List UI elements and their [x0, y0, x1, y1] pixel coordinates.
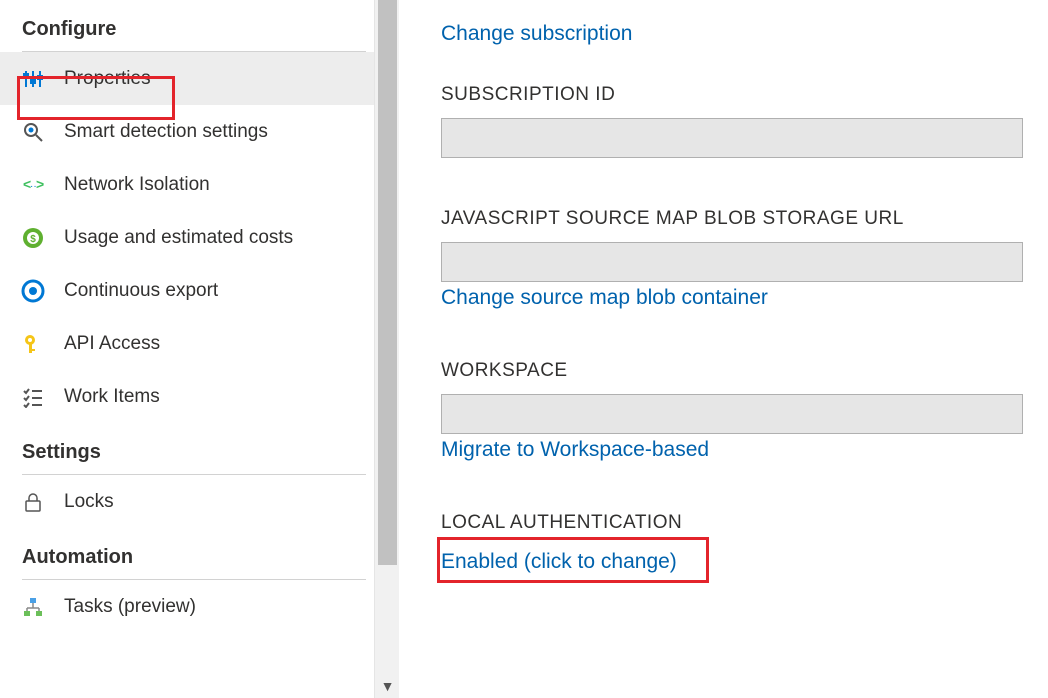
sidebar-item-label: Tasks (preview)	[64, 596, 196, 618]
sidebar-item-tasks[interactable]: Tasks (preview)	[0, 580, 374, 633]
field-local-auth: Local Authentication Enabled (click to c…	[441, 512, 1048, 574]
workspace-input[interactable]	[441, 394, 1023, 434]
main-content: Change subscription Subscription ID Java…	[399, 0, 1048, 698]
workspace-label: Workspace	[441, 360, 1048, 382]
sidebar-item-label: Usage and estimated costs	[64, 227, 293, 249]
checklist-icon	[20, 384, 46, 410]
lock-icon	[20, 489, 46, 515]
js-sourcemap-input[interactable]	[441, 242, 1023, 282]
sidebar-item-continuous-export[interactable]: Continuous export	[0, 264, 374, 317]
sidebar-inner: Configure Properties Smart detection set…	[0, 0, 374, 633]
sidebar-item-usage-costs[interactable]: $ Usage and estimated costs	[0, 211, 374, 264]
section-header-automation: Automation	[0, 528, 374, 579]
sidebar-item-label: Locks	[64, 491, 114, 513]
dollar-circle-icon: $	[20, 225, 46, 251]
change-sourcemap-link[interactable]: Change source map blob container	[441, 282, 768, 310]
subscription-id-input[interactable]	[441, 118, 1023, 158]
sidebar-item-smart-detection[interactable]: Smart detection settings	[0, 105, 374, 158]
sliders-icon	[20, 66, 46, 92]
scrollbar-down-arrow[interactable]: ▼	[375, 674, 399, 698]
sidebar-item-label: API Access	[64, 333, 160, 355]
change-subscription-link[interactable]: Change subscription	[441, 18, 1048, 46]
sidebar-item-label: Work Items	[64, 386, 160, 408]
sidebar-item-work-items[interactable]: Work Items	[0, 370, 374, 423]
field-js-sourcemap: JavaScript Source Map Blob Storage URL C…	[441, 208, 1048, 310]
sidebar-item-label: Smart detection settings	[64, 121, 268, 143]
sidebar-item-label: Continuous export	[64, 280, 218, 302]
sidebar: Configure Properties Smart detection set…	[0, 0, 399, 698]
sidebar-item-locks[interactable]: Locks	[0, 475, 374, 528]
field-workspace: Workspace Migrate to Workspace-based	[441, 360, 1048, 462]
local-auth-label: Local Authentication	[441, 512, 1048, 534]
section-header-settings: Settings	[0, 423, 374, 474]
migrate-workspace-link[interactable]: Migrate to Workspace-based	[441, 434, 709, 462]
svg-text:$: $	[30, 234, 36, 245]
local-auth-link[interactable]: Enabled (click to change)	[441, 546, 677, 574]
subscription-id-label: Subscription ID	[441, 84, 1048, 106]
sidebar-item-network-isolation[interactable]: <··> Network Isolation	[0, 158, 374, 211]
sidebar-item-label: Network Isolation	[64, 174, 210, 196]
magnifier-gear-icon	[20, 119, 46, 145]
sidebar-item-label: Properties	[64, 68, 151, 90]
section-header-configure: Configure	[0, 0, 374, 51]
export-circle-icon	[20, 278, 46, 304]
sidebar-scrollbar[interactable]: ▼	[374, 0, 399, 698]
sidebar-item-api-access[interactable]: API Access	[0, 317, 374, 370]
key-icon	[20, 331, 46, 357]
svg-text:>: >	[36, 176, 44, 192]
js-sourcemap-label: JavaScript Source Map Blob Storage URL	[441, 208, 1048, 230]
network-icon: <··>	[20, 172, 46, 198]
scrollbar-thumb[interactable]	[378, 0, 397, 565]
field-subscription-id: Subscription ID	[441, 84, 1048, 158]
hierarchy-icon	[20, 594, 46, 620]
sidebar-item-properties[interactable]: Properties	[0, 52, 374, 105]
